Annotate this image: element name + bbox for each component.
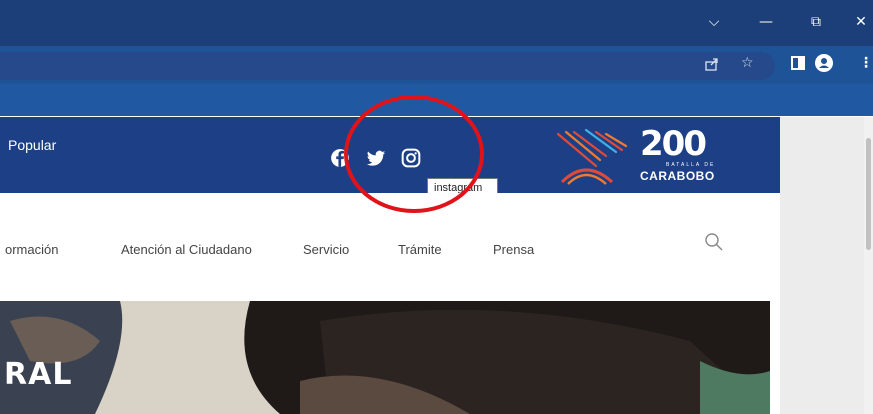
logo-line1: BATALLA DE — [666, 162, 716, 168]
nav-item-servicio[interactable]: Servicio — [303, 242, 349, 257]
header-left-text[interactable]: Popular — [8, 137, 56, 153]
close-button[interactable]: ✕ — [851, 12, 871, 32]
menu-icon[interactable]: ⋮ — [859, 54, 873, 72]
sidepanel-icon[interactable] — [791, 56, 805, 70]
hero-heading: RAL — [4, 357, 73, 392]
nav-item-tramite[interactable]: Trámite — [398, 242, 442, 257]
logo-number: 200 — [640, 124, 707, 164]
nav-item-atencion[interactable]: Atención al Ciudadano — [121, 242, 252, 257]
logo-line2: CARABOBO — [640, 169, 715, 183]
title-bar: ⌵ — ⧉ ✕ — [0, 0, 873, 46]
search-icon[interactable] — [704, 232, 724, 252]
nav-item-prensa[interactable]: Prensa — [493, 242, 534, 257]
page-side-margin — [780, 117, 873, 414]
minimize-button[interactable]: — — [756, 12, 776, 32]
profile-icon[interactable] — [815, 54, 833, 72]
browser-window: ⌵ — ⧉ ✕ ☆ ⋮ Popular 200 BATALLA DE CARAB… — [0, 0, 873, 414]
tab-search-icon[interactable]: ⌵ — [704, 12, 724, 32]
star-icon[interactable]: ☆ — [741, 54, 754, 72]
scrollbar-thumb[interactable] — [866, 138, 871, 250]
address-bar-row: ☆ ⋮ — [0, 46, 873, 84]
hero-photo — [0, 301, 770, 414]
url-field[interactable] — [0, 52, 775, 80]
nav-item-informacion[interactable]: ormación — [5, 242, 58, 257]
restore-button[interactable]: ⧉ — [806, 12, 826, 32]
hero-banner[interactable]: RAL — [0, 301, 770, 414]
share-icon[interactable] — [704, 56, 720, 72]
annotation-circle — [344, 95, 484, 213]
